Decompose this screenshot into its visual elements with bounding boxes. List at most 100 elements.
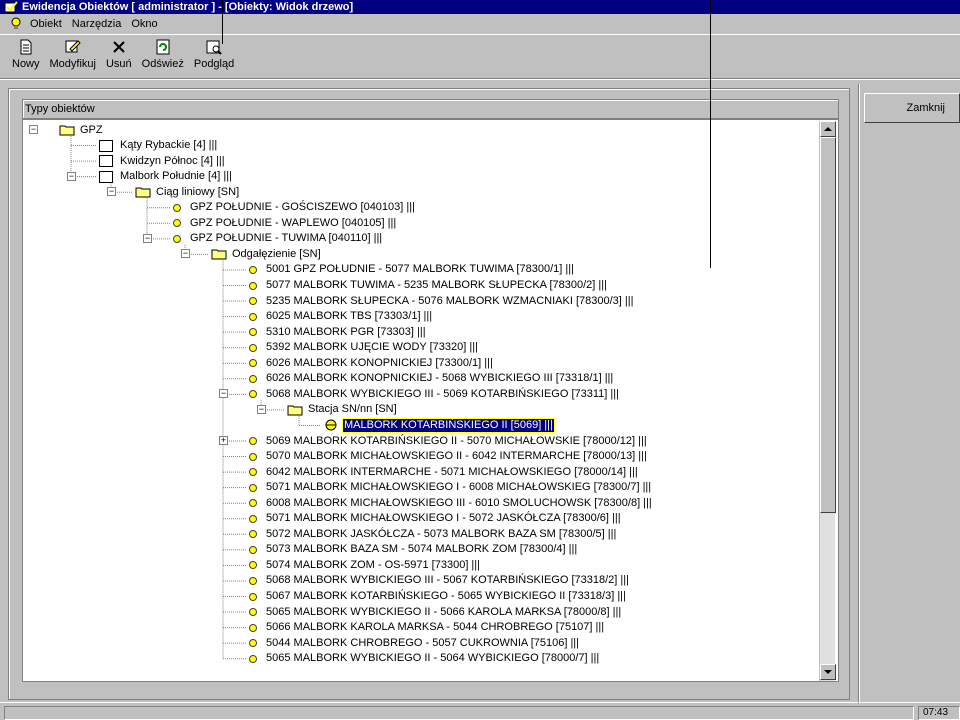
line-node-icon xyxy=(249,545,257,554)
tree-node-label: Odgałęzienie [SN] xyxy=(232,247,321,260)
tree-node-label: 6008 MALBORK MICHAŁOWSKIEGO III - 6010 S… xyxy=(266,496,652,509)
tree-node[interactable]: 5044 MALBORK CHROBREGO - 5057 CUKROWNIA … xyxy=(249,635,580,651)
refresh-button[interactable]: Odśwież xyxy=(142,35,184,70)
tree-node[interactable]: 6026 MALBORK KONOPNICKIEJ - 5068 WYBICKI… xyxy=(249,371,614,387)
tree-node[interactable]: Malbork Południe [4] ||| xyxy=(99,169,233,185)
tree-node[interactable]: 6025 MALBORK TBS [73303/1] ||| xyxy=(249,309,433,325)
scroll-thumb[interactable] xyxy=(820,137,836,513)
tree-node[interactable]: GPZ POŁUDNIE - WAPLEWO [040105] ||| xyxy=(173,215,397,231)
tree-node-label: Stacja SN/nn [SN] xyxy=(308,403,397,416)
scroll-up-button[interactable] xyxy=(820,121,836,137)
line-node-icon xyxy=(173,219,181,228)
tree-node[interactable]: 5072 MALBORK JASKÓŁCZA - 5073 MALBORK BA… xyxy=(249,526,617,542)
tree-node[interactable]: GPZ POŁUDNIE - TUWIMA [040110] ||| xyxy=(173,231,383,247)
line-node-icon xyxy=(249,592,257,601)
tree-node[interactable]: GPZ xyxy=(59,122,104,138)
app-icon xyxy=(4,1,18,13)
line-node-icon xyxy=(249,452,257,461)
collapse-icon[interactable]: − xyxy=(219,389,228,399)
tree-node[interactable]: 5073 MALBORK BAZA SM - 5074 MALBORK ZOM … xyxy=(249,542,578,558)
tree-node[interactable]: 5392 MALBORK UJĘCIE WODY [73320] ||| xyxy=(249,340,479,356)
tree-node[interactable]: 5065 MALBORK WYBICKIEGO II - 5066 KAROLA… xyxy=(249,604,622,620)
guide-line xyxy=(710,0,711,268)
new-button-label: Nowy xyxy=(12,58,40,70)
line-node-icon xyxy=(249,359,257,368)
tree-node[interactable]: 6008 MALBORK MICHAŁOWSKIEGO III - 6010 S… xyxy=(249,495,653,511)
tree-node-label: 5065 MALBORK WYBICKIEGO II - 5064 WYBICK… xyxy=(266,652,600,665)
line-node-icon xyxy=(249,576,257,585)
tree-node[interactable]: 5065 MALBORK WYBICKIEGO II - 5064 WYBICK… xyxy=(249,651,600,667)
line-node-icon xyxy=(249,623,257,632)
tree-node[interactable]: Ciąg liniowy [SN] xyxy=(135,184,240,200)
tree-node[interactable]: Kwidzyn Północ [4] ||| xyxy=(99,153,226,169)
tree-node-label: 5044 MALBORK CHROBREGO - 5057 CUKROWNIA … xyxy=(266,636,580,649)
tree-node[interactable]: 5077 MALBORK TUWIMA - 5235 MALBORK SŁUPE… xyxy=(249,278,608,294)
guide-line xyxy=(222,0,223,44)
tree-node[interactable]: Odgałęzienie [SN] xyxy=(211,246,322,262)
tree-node[interactable]: 5068 MALBORK WYBICKIEGO III - 5067 KOTAR… xyxy=(249,573,630,589)
object-tree[interactable]: GPZ − Kąty Rybackie [4] ||| Kwidzyn Północ … xyxy=(22,119,839,682)
folder-icon xyxy=(211,249,227,260)
scroll-down-button[interactable] xyxy=(820,664,836,680)
tree-node[interactable]: 5069 MALBORK KOTARBIŃSKIEGO II - 5070 MI… xyxy=(249,433,648,449)
box-icon xyxy=(99,170,113,183)
expand-icon[interactable]: + xyxy=(219,436,228,445)
line-node-icon xyxy=(249,343,257,352)
delete-button[interactable]: Usuń xyxy=(106,35,132,70)
collapse-icon[interactable]: − xyxy=(143,233,152,243)
tree-node[interactable]: 5310 MALBORK PGR [73303] ||| xyxy=(249,324,427,340)
folder-icon xyxy=(59,125,75,136)
collapse-icon[interactable]: − xyxy=(29,125,38,134)
station-icon xyxy=(325,419,337,431)
tree-node[interactable]: MALBORK KOTARBIŃSKIEGO II [5069] ||| xyxy=(323,417,555,433)
lightbulb-icon[interactable] xyxy=(10,17,22,31)
title-bar: Ewidencja Obiektów [ administrator ] - [… xyxy=(0,0,960,14)
modify-button[interactable]: Modyfikuj xyxy=(50,35,96,70)
close-button[interactable]: Zamknij xyxy=(864,93,960,123)
line-node-icon xyxy=(249,390,257,399)
tree-node[interactable]: 5070 MALBORK MICHAŁOWSKIEGO II - 6042 IN… xyxy=(249,449,648,465)
tree-node-label: 5310 MALBORK PGR [73303] ||| xyxy=(266,325,426,338)
refresh-button-label: Odśwież xyxy=(141,58,184,70)
tree-node[interactable]: 5071 MALBORK MICHAŁOWSKIEGO I - 5072 JAS… xyxy=(249,511,622,527)
new-button[interactable]: Nowy xyxy=(12,35,40,70)
panel-divider xyxy=(858,84,860,704)
collapse-icon[interactable]: − xyxy=(181,249,190,259)
tree-node[interactable]: 6042 MALBORK INTERMARCHE - 5071 MICHAŁOW… xyxy=(249,464,639,480)
menu-okno[interactable]: Okno xyxy=(131,18,157,30)
collapse-icon[interactable]: − xyxy=(67,171,76,181)
line-node-icon xyxy=(249,468,257,477)
tree-node[interactable]: Kąty Rybackie [4] ||| xyxy=(99,138,218,154)
tree-node[interactable]: 5235 MALBORK SŁUPECKA - 5076 MALBORK WZM… xyxy=(249,293,634,309)
tree-node[interactable]: GPZ POŁUDNIE - GOŚCISZEWO [040103] ||| xyxy=(173,200,416,216)
tree-node-label: 5074 MALBORK ZOM - OS-5971 [73300] ||| xyxy=(266,558,481,571)
tree-node[interactable]: 5071 MALBORK MICHAŁOWSKIEGO I - 6008 MIC… xyxy=(249,480,652,496)
tree-node-label: Ciąg liniowy [SN] xyxy=(156,185,240,198)
tree-node-label: 5066 MALBORK KAROLA MARKSA - 5044 CHROBR… xyxy=(266,621,605,634)
menu-narzedzia[interactable]: Narzędzia xyxy=(72,18,122,30)
tree-node[interactable]: 5001 GPZ POŁUDNIE - 5077 MALBORK TUWIMA … xyxy=(249,262,575,278)
tree-node-label: Malbork Południe [4] ||| xyxy=(120,170,232,183)
tree-node-label: 5071 MALBORK MICHAŁOWSKIEGO I - 5072 JAS… xyxy=(266,512,621,525)
tree-node[interactable]: 5068 MALBORK WYBICKIEGO III - 5069 KOTAR… xyxy=(249,386,620,402)
tree-node-label: 5072 MALBORK JASKÓŁCZA - 5073 MALBORK BA… xyxy=(266,527,617,540)
preview-icon xyxy=(206,40,222,55)
line-node-icon xyxy=(173,203,181,212)
panel-header: Typy obiektów xyxy=(22,99,839,119)
tree-node-label: 6042 MALBORK INTERMARCHE - 5071 MICHAŁOW… xyxy=(266,465,638,478)
vertical-scrollbar[interactable] xyxy=(819,121,836,681)
line-node-icon xyxy=(249,483,257,492)
folder-icon xyxy=(135,187,151,198)
preview-button[interactable]: Podgląd xyxy=(194,35,234,70)
tree-node[interactable]: 5074 MALBORK ZOM - OS-5971 [73300] ||| xyxy=(249,557,481,573)
collapse-icon[interactable]: − xyxy=(107,187,116,197)
collapse-icon[interactable]: − xyxy=(257,404,266,414)
tree-node-label: 5068 MALBORK WYBICKIEGO III - 5069 KOTAR… xyxy=(266,387,619,400)
window-title: Ewidencja Obiektów [ administrator ] - [… xyxy=(22,1,354,13)
tree-node-label: GPZ xyxy=(80,123,103,136)
tree-node[interactable]: 6026 MALBORK KONOPNICKIEJ [73300/1] ||| xyxy=(249,355,494,371)
tree-node[interactable]: 5066 MALBORK KAROLA MARKSA - 5044 CHROBR… xyxy=(249,620,605,636)
menu-obiekt[interactable]: Obiekt xyxy=(30,18,62,30)
tree-node[interactable]: Stacja SN/nn [SN] xyxy=(287,402,398,418)
tree-node[interactable]: 5067 MALBORK KOTARBIŃSKIEGO - 5065 WYBIC… xyxy=(249,589,627,605)
